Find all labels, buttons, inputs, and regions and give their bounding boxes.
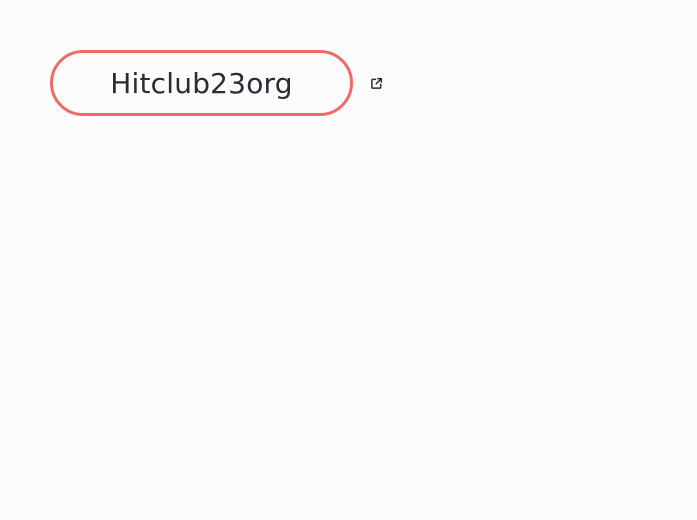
external-link-icon[interactable] — [369, 76, 383, 90]
link-row: Hitclub23org — [50, 50, 383, 116]
hitclub-link-button[interactable]: Hitclub23org — [50, 50, 353, 116]
link-label: Hitclub23org — [110, 66, 293, 100]
page: Hitclub23org — [0, 0, 697, 520]
